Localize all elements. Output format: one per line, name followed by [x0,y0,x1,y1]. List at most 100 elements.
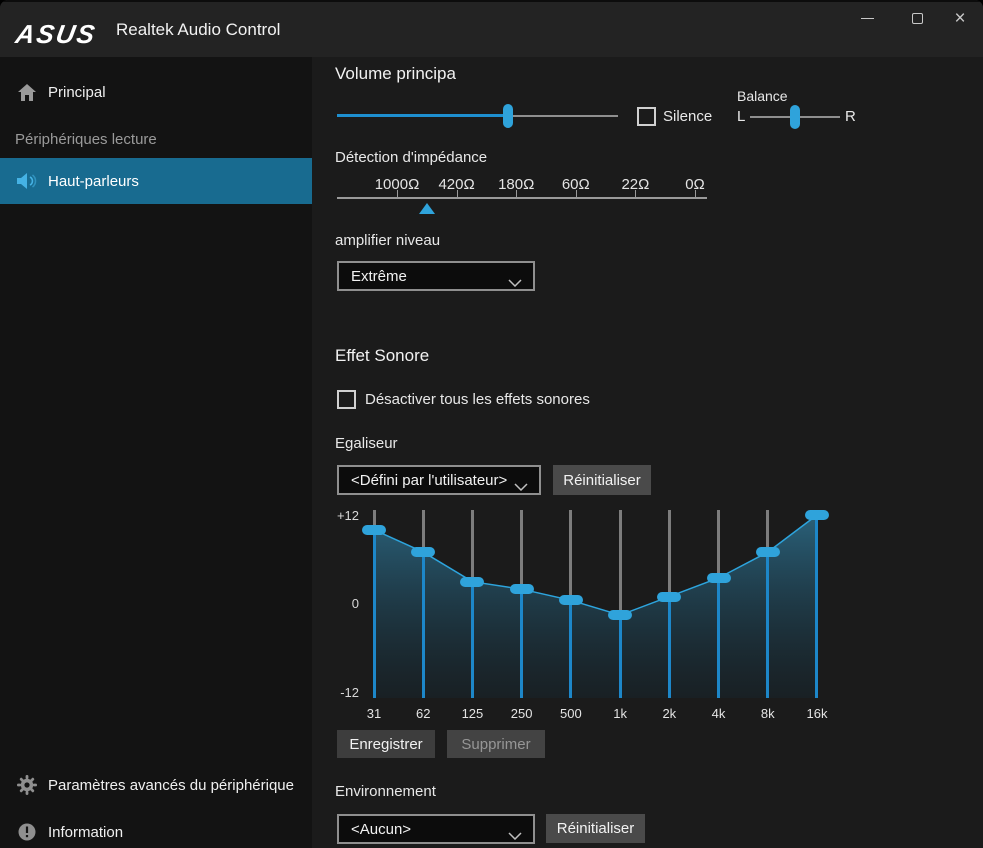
eq-band-freq-label: 4k [699,706,739,721]
silence-checkbox[interactable] [637,107,656,126]
sidebar-item-advanced-settings[interactable]: Paramètres avancés du périphérique [0,765,312,805]
silence-label: Silence [663,108,712,125]
maximize-button[interactable] [897,4,937,32]
sidebar-item-label: Information [48,824,123,841]
balance-label: Balance [737,88,788,104]
balance-control: Balance L R [737,88,957,136]
eq-band-track-upper[interactable] [569,510,572,600]
environment-label: Environnement [335,783,436,800]
sidebar-section-label: Périphériques lecture [15,131,157,148]
eq-band-track-upper[interactable] [668,510,671,597]
eq-band-track-upper[interactable] [766,510,769,552]
eq-band-handle-2k[interactable] [657,592,681,602]
close-button[interactable]: × [940,4,980,32]
minimize-icon [861,18,874,19]
balance-left-label: L [737,108,745,125]
equalizer-preset-dropdown[interactable]: <Défini par l'utilisateur> [337,465,541,495]
minimize-button[interactable] [847,4,887,32]
eq-band-track-upper[interactable] [422,510,425,552]
chevron-down-icon [508,274,522,291]
speaker-icon [16,171,38,191]
app-window: ASUS Realtek Audio Control × Principal P… [0,0,983,848]
eq-band-handle-250[interactable] [510,584,534,594]
eq-band-freq-label: 8k [748,706,788,721]
sidebar-item-principal[interactable]: Principal [0,72,312,112]
eq-band-freq-label: 2k [649,706,689,721]
eq-band-track-lower[interactable] [520,589,523,698]
eq-band-track-lower[interactable] [815,515,818,698]
impedance-tick [695,190,696,197]
eq-band-handle-125[interactable] [460,577,484,587]
home-icon [16,82,38,102]
eq-band-freq-label: 62 [403,706,443,721]
environment-reset-button[interactable]: Réinitialiser [546,814,645,843]
equalizer-preset-value: <Défini par l'utilisateur> [351,472,507,489]
volume-slider-handle[interactable] [503,104,513,128]
eq-band-track-upper[interactable] [717,510,720,578]
eq-band-freq-label: 1k [600,706,640,721]
eq-band-track-lower[interactable] [668,597,671,698]
eq-band-track-lower[interactable] [569,600,572,698]
eq-band-track-lower[interactable] [422,552,425,698]
sidebar-item-information[interactable]: Information [0,812,312,848]
eq-band-handle-62[interactable] [411,547,435,557]
volume-slider[interactable] [337,104,618,128]
amplifier-dropdown[interactable]: Extrême [337,261,535,291]
close-icon: × [954,9,965,28]
sidebar-item-haut-parleurs[interactable]: Haut-parleurs [0,158,312,204]
environment-dropdown[interactable]: <Aucun> [337,814,535,844]
impedance-tick [516,190,517,197]
asus-logo: ASUS [13,19,99,50]
eq-band-freq-label: 31 [354,706,394,721]
eq-band-handle-500[interactable] [559,595,583,605]
main-content: Volume principa Silence Balance L R Déte… [312,57,983,848]
info-icon [16,822,38,842]
eq-band-track-upper[interactable] [619,510,622,615]
impedance-tick [397,190,398,197]
chevron-down-icon [508,827,522,844]
equalizer-delete-button[interactable]: Supprimer [447,730,545,758]
eq-band-freq-label: 125 [452,706,492,721]
impedance-ruler: 1000Ω420Ω180Ω60Ω22Ω0Ω [337,176,709,216]
eq-band-handle-1k[interactable] [608,610,632,620]
gear-icon [16,775,38,795]
chevron-down-icon [514,478,528,495]
volume-slider-fill [337,114,508,117]
disable-effects-checkbox[interactable] [337,390,356,409]
eq-band-handle-8k[interactable] [756,547,780,557]
titlebar: ASUS Realtek Audio Control × [0,0,983,57]
sidebar-item-label: Haut-parleurs [48,173,139,190]
impedance-ruler-line [337,197,707,199]
eq-band-track-upper[interactable] [520,510,523,589]
impedance-tick [635,190,636,197]
equalizer-save-button[interactable]: Enregistrer [337,730,435,758]
amplifier-dropdown-value: Extrême [351,268,407,285]
eq-band-handle-16k[interactable] [805,510,829,520]
eq-band-track-lower[interactable] [471,582,474,698]
maximize-icon [912,13,923,24]
eq-band-track-lower[interactable] [373,530,376,698]
eq-band-handle-31[interactable] [362,525,386,535]
effects-section-title: Effet Sonore [335,346,429,366]
eq-band-freq-label: 500 [551,706,591,721]
window-title: Realtek Audio Control [116,20,280,40]
eq-band-track-lower[interactable] [619,615,622,698]
sidebar-item-label: Principal [48,84,106,101]
eq-band-track-lower[interactable] [766,552,769,698]
impedance-tick [457,190,458,197]
eq-band-track-lower[interactable] [717,578,720,698]
balance-right-label: R [845,108,856,125]
eq-band-track-upper[interactable] [471,510,474,582]
impedance-title: Détection d'impédance [335,149,487,166]
impedance-tick [576,190,577,197]
eq-band-freq-label: 250 [502,706,542,721]
impedance-marker-icon [419,203,435,214]
balance-slider-handle[interactable] [790,105,800,129]
equalizer-label: Egaliseur [335,435,398,452]
disable-effects-label: Désactiver tous les effets sonores [365,391,590,408]
equalizer-reset-button[interactable]: Réinitialiser [553,465,651,495]
sidebar: Principal Périphériques lecture Haut-par… [0,57,312,848]
environment-dropdown-value: <Aucun> [351,821,411,838]
eq-band-freq-label: 16k [797,706,837,721]
eq-band-handle-4k[interactable] [707,573,731,583]
